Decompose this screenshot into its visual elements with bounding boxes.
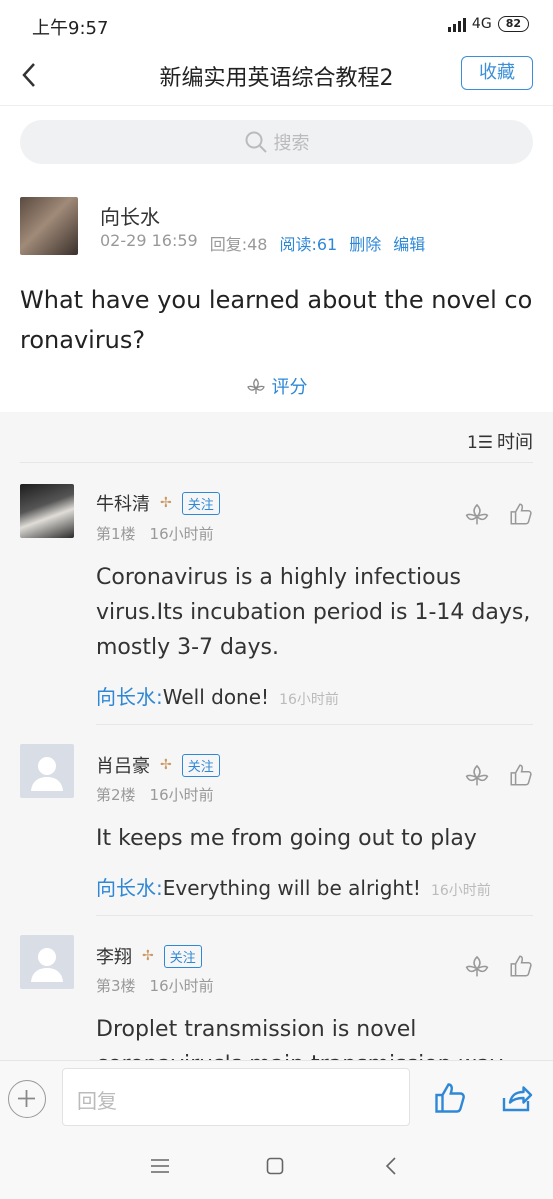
thumbs-up-icon[interactable] <box>508 762 534 788</box>
search-placeholder: 搜索 <box>273 133 310 154</box>
comment-floor: 第3楼 <box>96 977 136 995</box>
thumbs-up-icon[interactable] <box>508 501 534 527</box>
status-bar: 上午9:57 4G 82 <box>0 0 553 50</box>
comment-reply: 向长水:Well done! 16小时前 <box>96 681 339 710</box>
comment-header: 李翔 ✢ 关注 <box>96 943 202 969</box>
reply-text: Well done! <box>162 685 270 709</box>
comment-author[interactable]: 肖吕豪 <box>96 752 150 778</box>
follow-button[interactable]: 关注 <box>181 753 220 777</box>
post-meta: 02-29 16:59 回复:48 阅读:61 删除 编辑 <box>100 231 425 255</box>
comment-floor: 第1楼 <box>96 525 136 543</box>
reply-text: Everything will be alright! <box>162 876 421 900</box>
divider <box>96 915 533 916</box>
divider <box>96 724 533 725</box>
badge-icon: ✢ <box>160 495 172 511</box>
divider <box>20 462 533 463</box>
edit-link[interactable]: 编辑 <box>393 231 425 255</box>
reply-author[interactable]: 向长水: <box>96 685 163 709</box>
system-nav-bar <box>0 1134 553 1199</box>
comment-time: 16小时前 <box>149 525 214 543</box>
comment-avatar[interactable] <box>20 744 74 798</box>
comment-avatar[interactable] <box>20 935 74 989</box>
thumbs-up-icon[interactable] <box>432 1080 468 1116</box>
status-time: 上午9:57 <box>32 18 109 39</box>
delete-link[interactable]: 删除 <box>349 231 381 255</box>
comment-time: 16小时前 <box>149 786 214 804</box>
comment-header: 牛科清 ✢ 关注 <box>96 490 220 516</box>
add-button[interactable] <box>8 1080 46 1118</box>
follow-button[interactable]: 关注 <box>163 944 202 968</box>
default-avatar-icon <box>31 948 63 982</box>
post-body: What have you learned about the novel co… <box>20 286 533 354</box>
comment-avatar[interactable] <box>20 484 74 538</box>
comment-author[interactable]: 李翔 <box>96 943 132 969</box>
follow-button[interactable]: 关注 <box>181 491 220 515</box>
share-icon[interactable] <box>498 1080 534 1116</box>
flower-icon[interactable] <box>464 953 490 979</box>
sort-icon: 1☰ <box>466 433 493 453</box>
post-date: 02-29 16:59 <box>100 231 198 250</box>
reply-author[interactable]: 向长水: <box>96 876 163 900</box>
search-bar[interactable]: 搜索 <box>20 120 533 164</box>
home-icon[interactable] <box>266 1157 284 1175</box>
search-icon <box>245 131 267 153</box>
comment-floor: 第2楼 <box>96 786 136 804</box>
back-icon[interactable] <box>383 1156 399 1176</box>
post-author-avatar[interactable] <box>20 197 78 255</box>
menu-icon[interactable] <box>150 1158 170 1174</box>
flower-icon[interactable] <box>464 762 490 788</box>
thumbs-up-icon[interactable] <box>508 953 534 979</box>
favorite-button[interactable]: 收藏 <box>461 56 533 90</box>
flower-icon[interactable] <box>464 501 490 527</box>
reply-input[interactable]: 回复 <box>62 1068 410 1126</box>
comment-header: 肖吕豪 ✢ 关注 <box>96 752 220 778</box>
plus-icon <box>18 1090 35 1107</box>
reply-time: 16小时前 <box>279 692 339 708</box>
comment-text: Coronavirus is a highly infectious virus… <box>96 565 531 660</box>
badge-icon: ✢ <box>142 948 154 964</box>
comment-author[interactable]: 牛科清 <box>96 490 150 516</box>
post-replies: 回复:48 <box>209 235 268 254</box>
reply-time: 16小时前 <box>430 883 491 899</box>
sort-toggle[interactable]: 1☰ 时间 <box>467 428 533 454</box>
default-avatar-icon <box>31 757 63 791</box>
network-type: 4G <box>471 16 492 32</box>
battery-icon: 82 <box>497 16 529 32</box>
comment-text: It keeps me from going out to play <box>96 826 477 851</box>
comment-reply: 向长水:Everything will be alright! 16小时前 <box>96 872 491 901</box>
rate-button[interactable]: 评分 <box>0 373 553 399</box>
badge-icon: ✢ <box>160 757 172 773</box>
signal-icon <box>447 16 466 32</box>
comment-time: 16小时前 <box>149 977 214 995</box>
back-arrow-icon[interactable] <box>18 60 42 90</box>
post-author-name[interactable]: 向长水 <box>100 201 160 230</box>
post-reads[interactable]: 阅读:61 <box>279 231 337 255</box>
reply-placeholder: 回复 <box>77 1089 117 1113</box>
flower-icon <box>246 378 265 394</box>
top-nav: 新编实用英语综合教程2 收藏 <box>0 50 553 106</box>
